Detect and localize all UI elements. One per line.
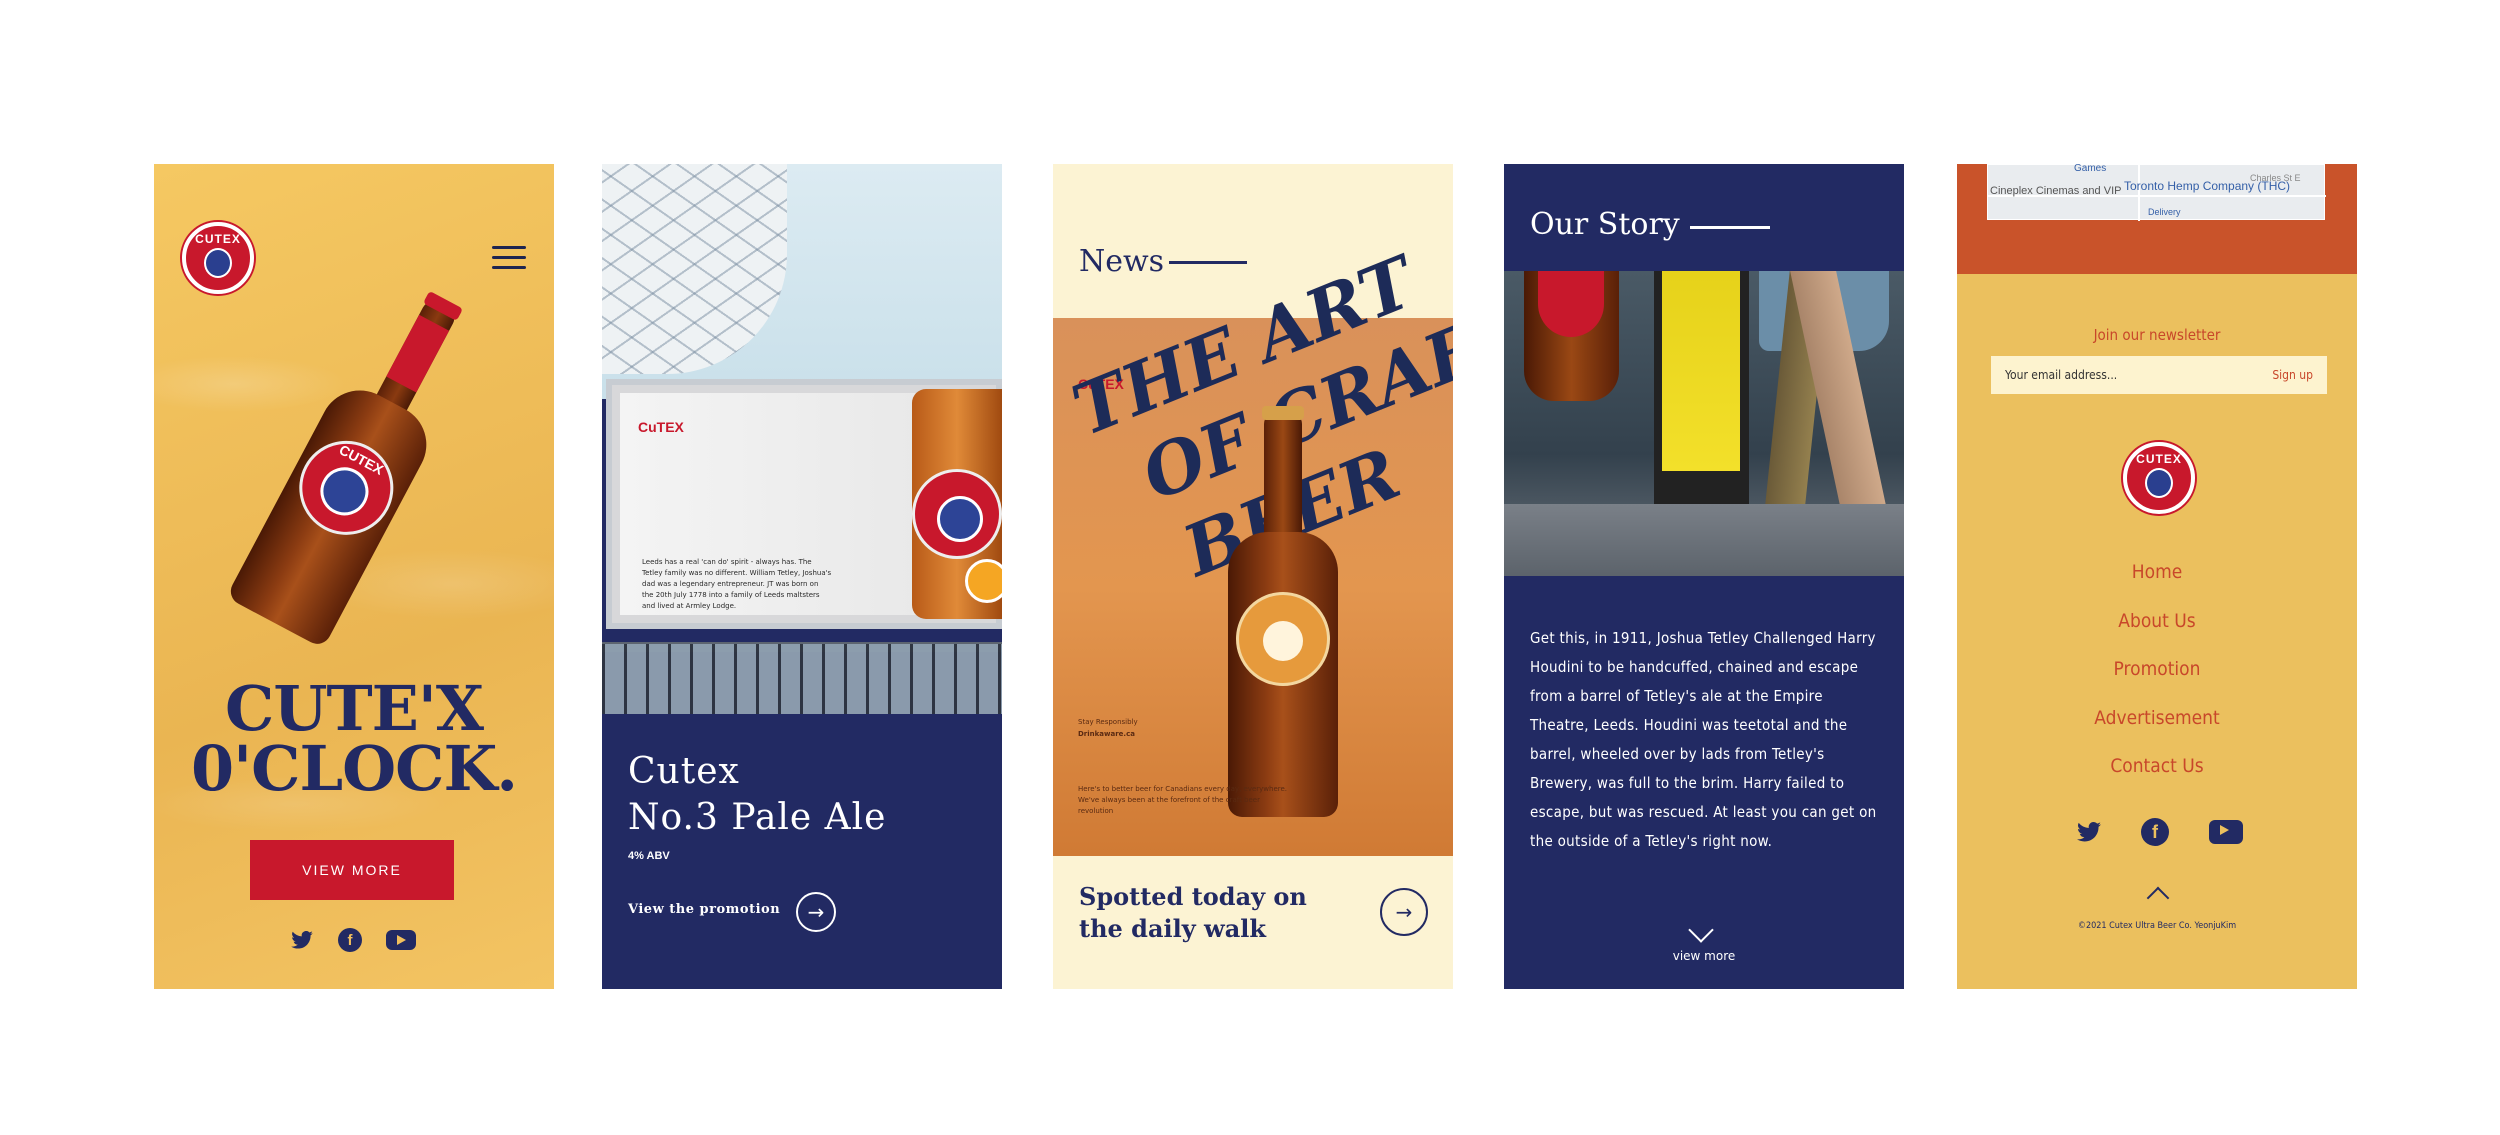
sidewalk — [1504, 504, 1904, 576]
footer-nav: Home About Us Promotion Advertisement Co… — [1957, 548, 2357, 791]
product-title: Cutex No.3 Pale Ale — [628, 751, 887, 838]
nav-item-home[interactable]: Home — [1957, 548, 2357, 597]
news-small-line1: Stay Responsibly — [1078, 718, 1138, 726]
twitter-icon[interactable] — [2077, 820, 2101, 844]
youtube-icon[interactable] — [2209, 820, 2243, 844]
newsletter-label: Join our newsletter — [2093, 326, 2221, 344]
view-more-link[interactable]: view more — [1504, 949, 1904, 963]
our-story-screen: Our Story Get this, in 1911, Joshua Tetl… — [1504, 164, 1904, 989]
news-heading: News — [1079, 244, 1165, 279]
nav-item-advertisement[interactable]: Advertisement — [1957, 694, 2357, 743]
logo-emblem — [2145, 468, 2173, 498]
logo[interactable]: CUTEX — [182, 222, 254, 294]
map-label: Games — [2074, 164, 2107, 174]
email-field[interactable]: Your email address... — [2005, 368, 2272, 382]
nav-item-contact-us[interactable]: Contact Us — [1957, 742, 2357, 791]
home-screen: CUTEX CUTEX CUTE'X 0'CLOCK. VIEW MORE f — [154, 164, 554, 989]
newsletter-form: Your email address... Sign up — [1991, 356, 2327, 394]
arrow-right-icon[interactable]: → — [1380, 888, 1428, 936]
copyright-text: ©2021 Cutex Ultra Beer Co. YeonjuKim — [2077, 921, 2237, 931]
hamburger-menu-icon[interactable] — [492, 246, 526, 270]
social-links: f — [290, 928, 416, 952]
beer-bottle-image — [1228, 406, 1338, 817]
sign-up-button[interactable]: Sign up — [2272, 368, 2313, 382]
chevron-down-icon[interactable] — [1688, 917, 1714, 943]
view-more-button[interactable]: VIEW MORE — [250, 840, 454, 900]
hero-title-line2: 0'CLOCK. — [191, 732, 518, 805]
map-label: Cineplex Cinemas and VIP — [1990, 185, 2122, 197]
hero-title: CUTE'X 0'CLOCK. — [154, 672, 554, 805]
news-small-line2: Drinkaware.ca — [1078, 730, 1135, 738]
logo[interactable]: CUTEX — [2123, 442, 2195, 514]
map-label: Charles St E — [2250, 173, 2301, 183]
map-label: Delivery — [2148, 207, 2181, 217]
billboard-logo: CuTEX — [638, 419, 684, 435]
story-text: Get this, in 1911, Joshua Tetley Challen… — [1530, 629, 1877, 850]
facebook-icon[interactable]: f — [2141, 818, 2169, 846]
footer-screen: Toronto Hemp Company (THC) Cineplex Cine… — [1957, 164, 2357, 989]
nav-item-promotion[interactable]: Promotion — [1957, 645, 2357, 694]
abv-label: 4% ABV — [628, 850, 670, 862]
yellow-panel — [1662, 271, 1740, 471]
billboard-sticker — [965, 559, 1002, 603]
view-promotion-link[interactable]: View the promotion — [628, 902, 780, 917]
bottle-poster — [1524, 271, 1619, 401]
social-links: f — [2077, 818, 2243, 846]
product-screen: CuTEX Leeds has a real 'can do' spirit -… — [602, 164, 1002, 989]
facebook-icon[interactable]: f — [338, 928, 362, 952]
chevron-up-icon[interactable] — [2146, 886, 2170, 910]
heading-underline — [1690, 226, 1770, 229]
youtube-icon[interactable] — [386, 930, 416, 950]
news-caption: Spotted today on the daily walk — [1079, 882, 1307, 943]
logo-emblem — [204, 248, 232, 278]
storefront-image — [602, 644, 1002, 714]
nav-item-about-us[interactable]: About Us — [1957, 597, 2357, 646]
arrow-right-icon[interactable]: → — [796, 892, 836, 932]
our-story-heading: Our Story — [1530, 207, 1680, 242]
map[interactable]: Toronto Hemp Company (THC) Cineplex Cine… — [1987, 164, 2326, 221]
hero-title-line1: CUTE'X — [225, 672, 484, 745]
heading-underline — [1169, 261, 1247, 264]
billboard-text: Leeds has a real 'can do' spirit - alway… — [642, 558, 832, 610]
news-small-text: Here's to better beer for Canadians ever… — [1078, 785, 1288, 815]
news-screen: News CuTEX THE ART OF CRAFT BEER Stay Re… — [1053, 164, 1453, 989]
twitter-icon[interactable] — [290, 928, 314, 952]
